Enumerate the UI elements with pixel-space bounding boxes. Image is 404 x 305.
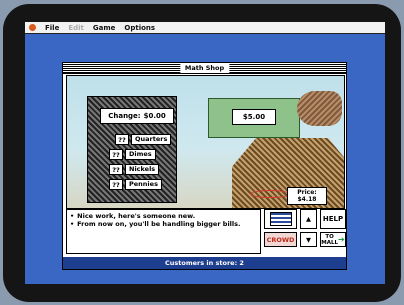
help-button[interactable]: HELP [320, 209, 346, 229]
menu-bar: File Edit Game Options [25, 22, 385, 34]
message-box: • Nice work, here's someone new. • From … [66, 209, 261, 254]
window-titlebar[interactable]: Math Shop [63, 63, 346, 74]
coin-label-quarters: Quarters [131, 134, 172, 145]
bullet-icon: • [70, 212, 75, 220]
menu-options[interactable]: Options [124, 24, 155, 32]
menu-file[interactable]: File [45, 24, 59, 32]
coin-label-dimes: Dimes [125, 149, 156, 160]
coin-label-pennies: Pennies [125, 179, 162, 190]
coin-qty-nickels[interactable]: ?? [109, 164, 123, 175]
menu-edit[interactable]: Edit [68, 24, 84, 32]
customer-hand [297, 91, 342, 126]
flag-icon [269, 212, 292, 226]
to-mall-line2: MALL [321, 239, 339, 246]
scroll-down-button[interactable]: ▼ [300, 232, 317, 247]
coin-label-nickels: Nickels [125, 164, 160, 175]
change-display: Change: $0.00 [100, 108, 174, 124]
math-shop-window: Math Shop Change: $0.00 ?? Quarters ?? D… [62, 62, 347, 270]
bullet-icon: • [70, 220, 75, 228]
arrow-up-icon: ▲ [306, 215, 311, 223]
flag-button[interactable] [264, 209, 297, 229]
coin-qty-quarters[interactable]: ?? [115, 134, 129, 145]
coin-row-pennies[interactable]: ?? Pennies [109, 179, 162, 190]
message-line: • Nice work, here's someone new. [70, 212, 257, 220]
crowd-button[interactable]: CROWD [264, 232, 297, 247]
coin-qty-dimes[interactable]: ?? [109, 149, 123, 160]
message-line: • From now on, you'll be handling bigger… [70, 220, 257, 228]
shop-scene: Change: $0.00 ?? Quarters ?? Dimes ?? Ni… [66, 75, 345, 209]
price-label: Price: [297, 189, 317, 196]
price-value: $4.18 [297, 196, 317, 203]
arrow-down-icon: ▼ [306, 235, 311, 244]
change-label: Change: [108, 112, 141, 120]
right-arrow-icon: ➔ [338, 234, 345, 244]
customers-count: Customers in store: 2 [165, 259, 244, 267]
price-tag-string [250, 190, 290, 198]
scroll-up-button[interactable]: ▲ [300, 209, 317, 229]
bill-value: $5.00 [232, 109, 276, 125]
price-tag: Price: $4.18 [287, 187, 327, 205]
window-title: Math Shop [179, 63, 230, 73]
status-bar: Customers in store: 2 [63, 257, 346, 269]
message-text: Nice work, here's someone new. [77, 212, 196, 220]
screen: File Edit Game Options Math Shop Change:… [25, 22, 385, 284]
coin-row-nickels[interactable]: ?? Nickels [109, 164, 160, 175]
menu-game[interactable]: Game [93, 24, 116, 32]
message-text: From now on, you'll be handling bigger b… [77, 220, 241, 228]
apple-menu-icon[interactable] [29, 24, 36, 31]
change-value: $0.00 [143, 112, 166, 120]
coin-row-dimes[interactable]: ?? Dimes [109, 149, 156, 160]
to-mall-button[interactable]: TO MALL ➔ [320, 232, 346, 247]
coin-qty-pennies[interactable]: ?? [109, 179, 123, 190]
coin-row-quarters[interactable]: ?? Quarters [115, 134, 172, 145]
